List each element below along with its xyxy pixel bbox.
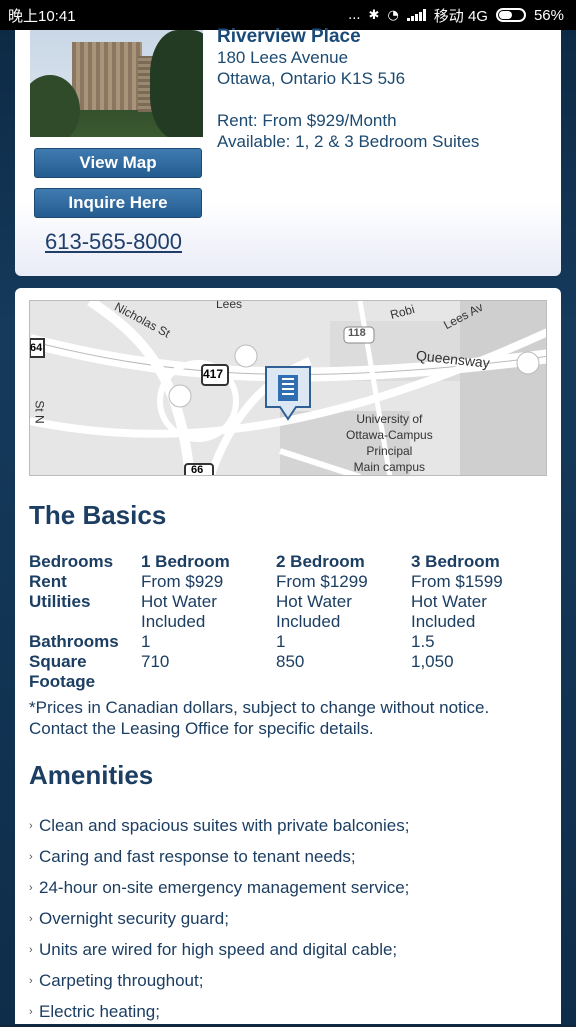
table-row: Utilities Hot Water Hot Water Hot Water xyxy=(29,592,549,612)
basics-heading: The Basics xyxy=(29,500,167,530)
table-cell: 1,050 xyxy=(411,652,454,671)
map-label-st-n: St N xyxy=(32,400,47,424)
map-label-uni-3: Principal xyxy=(366,444,413,458)
table-row: Included Included Included xyxy=(29,612,549,632)
bullet-icon: › xyxy=(29,943,33,956)
bullet-icon: › xyxy=(29,1005,33,1018)
table-row: Footage xyxy=(29,672,549,692)
table-cell: Hot Water xyxy=(141,592,217,611)
basics-table: Bedrooms 1 Bedroom 2 Bedroom 3 Bedroom R… xyxy=(29,552,549,692)
bullet-icon: › xyxy=(29,912,33,925)
list-item: › Units are wired for high speed and digi… xyxy=(29,934,409,965)
table-cell: Hot Water xyxy=(411,592,487,611)
battery-icon xyxy=(495,8,526,22)
rent-text: Rent: From $929/Month xyxy=(217,111,397,130)
table-row: Rent From $929 From $1299 From $1599 xyxy=(29,572,549,592)
amenities-list: › Clean and spacious suites with private … xyxy=(29,810,409,1027)
list-item-text: Clean and spacious suites with private b… xyxy=(39,815,410,835)
table-cell: 1 xyxy=(276,632,286,651)
map-label-64: 64 xyxy=(30,342,43,354)
list-item-text: 24-hour on-site emergency management ser… xyxy=(39,877,410,897)
table-cell: 1 Bedroom xyxy=(141,552,230,571)
table-cell: 1 xyxy=(141,632,151,651)
table-cell: Included xyxy=(411,612,476,631)
list-item-text: Overnight security guard; xyxy=(39,908,229,928)
amenities-heading: Amenities xyxy=(29,760,154,790)
map-label-lees: Lees xyxy=(216,300,243,311)
listing-info: Riverview Place 180 Lees Avenue Ottawa, … xyxy=(217,26,479,152)
bullet-icon: › xyxy=(29,819,33,832)
table-row: Square 710 850 1,050 xyxy=(29,652,549,672)
listing-card: View Map Inquire Here 613-565-8000 River… xyxy=(15,26,561,276)
table-cell: Included xyxy=(141,612,206,631)
wifi-icon: ◔ xyxy=(387,7,399,23)
table-cell: From $1299 xyxy=(276,572,368,591)
more-dots-icon: ... xyxy=(348,7,361,23)
map-label-417: 417 xyxy=(203,367,224,381)
list-item-text: Carpeting throughout; xyxy=(39,970,204,990)
table-cell: Included xyxy=(276,612,341,631)
available-text: Available: 1, 2 & 3 Bedroom Suites xyxy=(217,132,480,151)
table-row: Bedrooms 1 Bedroom 2 Bedroom 3 Bedroom xyxy=(29,552,549,572)
table-cell: 2 Bedroom xyxy=(276,552,365,571)
table-cell: 3 Bedroom xyxy=(411,552,500,571)
table-cell: 710 xyxy=(141,652,170,671)
status-time: 晚上10:41 xyxy=(8,7,76,25)
list-item-text: Caring and fast response to tenant needs… xyxy=(39,846,356,866)
network-label: 移动 4G xyxy=(433,7,488,25)
table-cell: Bedrooms xyxy=(29,552,114,571)
table-cell: From $929 xyxy=(141,572,224,591)
signal-icon xyxy=(406,9,426,21)
map-label-uni-1: University of xyxy=(356,412,423,426)
map-label-66: 66 xyxy=(191,464,204,476)
battery-fill xyxy=(498,11,512,19)
bullet-icon: › xyxy=(29,974,33,987)
list-item: › Caring and fast response to tenant need… xyxy=(29,841,409,872)
building-photo[interactable] xyxy=(30,30,203,137)
map-label-university: University of Ottawa-Campus Principal Ma… xyxy=(346,411,433,475)
listing-name[interactable]: Riverview Place xyxy=(217,26,479,47)
list-item-text: Units are wired for high speed and digit… xyxy=(39,939,398,959)
building-shape xyxy=(72,42,142,110)
bullet-icon: › xyxy=(29,850,33,863)
price-note: *Prices in Canadian dollars, subject to … xyxy=(29,698,490,738)
table-cell: 1.5 xyxy=(411,632,435,651)
table-cell: 850 xyxy=(276,652,305,671)
battery-percent: 56% xyxy=(533,6,564,24)
phone-link[interactable]: 613-565-8000 xyxy=(45,229,182,255)
list-item: › 24-hour on-site emergency management se… xyxy=(29,872,409,903)
address-line-1: 180 Lees Avenue xyxy=(217,48,349,67)
list-item: › Clean and spacious suites with private … xyxy=(29,810,409,841)
map-label-118: 118 xyxy=(348,327,366,339)
table-cell: Utilities xyxy=(29,592,91,611)
details-card: Nicholas St Lees Robi Lees Av 118 Queens… xyxy=(15,288,561,1024)
inquire-button[interactable]: Inquire Here xyxy=(34,188,202,218)
table-cell: Square xyxy=(29,652,87,671)
list-item: › Overnight security guard; xyxy=(29,903,409,934)
location-map[interactable]: Nicholas St Lees Robi Lees Av 118 Queens… xyxy=(29,300,547,476)
table-cell: From $1599 xyxy=(411,572,503,591)
map-label-uni-2: Ottawa-Campus xyxy=(346,428,433,442)
tree-shape-2 xyxy=(150,30,203,137)
map-graphic xyxy=(30,301,546,475)
list-item: › Electric heating; xyxy=(29,996,409,1027)
address-line-2: Ottawa, Ontario K1S 5J6 xyxy=(217,69,406,88)
view-map-button[interactable]: View Map xyxy=(34,148,202,178)
map-label-uni-4: Main campus xyxy=(353,460,426,474)
list-item-text: Electric heating; xyxy=(39,1001,160,1021)
table-cell: Footage xyxy=(29,672,96,691)
bluetooth-icon: ✱ xyxy=(368,7,380,23)
table-row: Bathrooms 1 1 1.5 xyxy=(29,632,549,652)
list-item: › Carpeting throughout; xyxy=(29,965,409,996)
table-cell xyxy=(29,612,141,632)
table-cell: Rent xyxy=(29,572,67,591)
table-cell: Hot Water xyxy=(276,592,352,611)
bullet-icon: › xyxy=(29,881,33,894)
table-cell: Bathrooms xyxy=(29,632,119,651)
